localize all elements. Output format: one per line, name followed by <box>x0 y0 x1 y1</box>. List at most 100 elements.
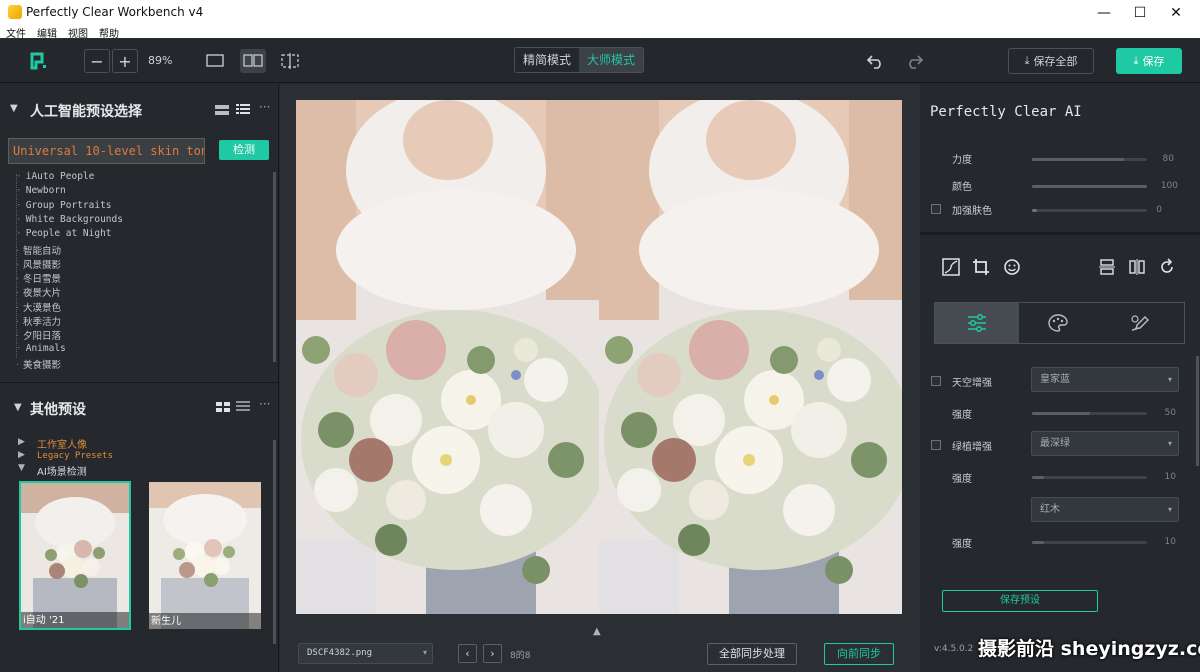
ai-preset-item[interactable]: 冬日雪景 <box>16 271 61 285</box>
wood-strength-label: 强度 <box>952 539 972 550</box>
color-slider[interactable] <box>1032 185 1147 188</box>
compare-view-icon[interactable] <box>280 52 300 70</box>
group-studio-portrait[interactable]: 工作室人像 <box>37 436 87 451</box>
preset-name-input[interactable]: Universal 10-level skin tone <box>8 138 205 164</box>
before-after-preview[interactable] <box>296 100 902 614</box>
flip-vertical-icon[interactable] <box>1098 258 1116 276</box>
ai-preset-item[interactable]: 智能自动 <box>16 243 61 257</box>
wood-strength-slider[interactable] <box>1032 541 1147 544</box>
thumbnails-scrollbar[interactable] <box>273 440 276 644</box>
chevron-down-icon: ▾ <box>1167 439 1172 448</box>
save-all-button[interactable]: ⤓ 保存全部 <box>1008 48 1094 74</box>
split-view-button[interactable] <box>240 49 266 73</box>
undo-icon[interactable] <box>866 51 886 69</box>
greenery-enhance-checkbox[interactable] <box>931 440 941 450</box>
sync-forward-button[interactable]: 向前同步 <box>824 643 894 665</box>
sky-style-value: 皇家蓝 <box>1040 374 1070 385</box>
collapse-ai-presets-icon[interactable]: ▼ <box>10 103 18 114</box>
ai-preset-item[interactable]: iAuto People <box>16 171 95 182</box>
split-view-icon <box>243 54 263 67</box>
ai-list-scrollbar[interactable] <box>273 172 276 362</box>
crop-icon[interactable] <box>972 258 990 276</box>
ai-preset-item[interactable]: Newborn <box>16 185 66 196</box>
ai-preset-item[interactable]: Group Portraits <box>16 200 112 211</box>
more-options-icon[interactable]: ··· <box>259 100 270 114</box>
sky-strength-slider[interactable] <box>1032 412 1147 415</box>
master-mode-tab[interactable]: 大师模式 <box>579 48 644 72</box>
file-select[interactable]: DSCF4382.png ▾ <box>298 643 433 664</box>
collapse-icon[interactable]: ▼ <box>18 463 25 473</box>
menu-view[interactable]: 视图 <box>68 25 88 40</box>
list-view-icon[interactable] <box>236 401 250 412</box>
maximize-button[interactable]: ☐ <box>1122 0 1158 25</box>
sky-style-select[interactable]: 皇家蓝 ▾ <box>1031 367 1179 392</box>
ai-preset-item[interactable]: 秋季活力 <box>16 314 61 328</box>
palette-icon[interactable] <box>1047 313 1069 333</box>
right-panel-scrollbar[interactable] <box>1196 356 1199 466</box>
prev-image-button[interactable]: ‹ <box>458 644 477 663</box>
expand-icon[interactable]: ▶ <box>18 450 25 460</box>
ai-preset-item[interactable]: 风景摄影 <box>16 257 61 271</box>
color-value: 100 <box>1160 181 1178 191</box>
save-button[interactable]: ⤓ 保存 <box>1116 48 1182 74</box>
next-image-button[interactable]: › <box>483 644 502 663</box>
detect-button[interactable]: 检测 <box>219 140 269 160</box>
menu-edit[interactable]: 编辑 <box>37 25 57 40</box>
window-title: Perfectly Clear Workbench v4 <box>26 5 204 19</box>
grid-view-icon[interactable] <box>216 402 230 412</box>
sky-strength-fill <box>1032 412 1090 415</box>
preview-image <box>296 100 902 614</box>
filmstrip-toggle-icon[interactable]: ▲ <box>593 626 601 637</box>
rotate-icon[interactable] <box>1158 258 1176 276</box>
ai-preset-item[interactable]: White Backgrounds <box>16 214 123 225</box>
panel-divider <box>920 232 1200 235</box>
brush-icon[interactable] <box>1129 313 1151 333</box>
ai-preset-item[interactable]: 夜景大片 <box>16 285 61 299</box>
simple-mode-tab[interactable]: 精简模式 <box>515 48 579 72</box>
sky-enhance-checkbox[interactable] <box>931 376 941 386</box>
enhance-skin-slider[interactable] <box>1032 209 1147 212</box>
thumbnail-label: 新生儿 <box>151 616 181 627</box>
main-toolbar: − + 89% 精简模式 大师模式 ⤓ 保存全部 ⤓ 保存 <box>0 39 1200 83</box>
sync-all-button[interactable]: 全部同步处理 <box>707 643 797 665</box>
expand-icon[interactable]: ▶ <box>18 437 25 447</box>
close-button[interactable]: ✕ <box>1158 0 1194 25</box>
curves-icon[interactable] <box>942 258 960 276</box>
thumbnail-image <box>149 482 261 629</box>
thumbnail-image <box>21 483 129 628</box>
strength-slider[interactable] <box>1032 158 1147 161</box>
flip-horizontal-icon[interactable] <box>1128 258 1146 276</box>
preset-thumbnail-iauto[interactable]: i自动 '21 <box>19 481 131 630</box>
download-icon: ⤓ <box>1024 54 1030 67</box>
enhance-skin-checkbox[interactable] <box>931 204 941 214</box>
preset-thumbnail-newborn[interactable]: 新生儿 <box>149 482 261 629</box>
grid-view-icon[interactable] <box>215 105 229 115</box>
face-retouch-icon[interactable] <box>1003 258 1021 276</box>
more-options-icon[interactable]: ··· <box>259 397 270 411</box>
wood-style-select[interactable]: 红木 ▾ <box>1031 497 1179 522</box>
watermark: 摄影前沿 sheyingzyz.com <box>978 638 1200 660</box>
zoom-in-button[interactable]: + <box>112 49 138 73</box>
chevron-down-icon: ▾ <box>1167 505 1172 514</box>
ai-preset-item[interactable]: 美食摄影 <box>16 357 61 371</box>
redo-icon[interactable] <box>904 51 924 69</box>
list-view-icon[interactable] <box>236 104 250 115</box>
single-view-icon[interactable] <box>206 54 224 68</box>
ai-preset-item[interactable]: 夕阳日落 <box>16 328 61 342</box>
ai-preset-item[interactable]: Animals <box>16 343 66 354</box>
collapse-other-presets-icon[interactable]: ▼ <box>14 402 22 413</box>
tab-adjustments[interactable] <box>935 303 1019 343</box>
group-legacy-presets[interactable]: Legacy Presets <box>37 451 113 461</box>
menu-help[interactable]: 帮助 <box>99 25 119 40</box>
greenery-style-select[interactable]: 最深绿 ▾ <box>1031 431 1179 456</box>
ai-preset-item[interactable]: 大漠景色 <box>16 300 61 314</box>
greenery-strength-slider[interactable] <box>1032 476 1147 479</box>
ai-preset-item[interactable]: People at Night <box>16 228 112 239</box>
zoom-out-button[interactable]: − <box>84 49 110 73</box>
save-preset-button[interactable]: 保存预设 <box>942 590 1098 612</box>
minimize-button[interactable]: — <box>1086 0 1122 25</box>
group-ai-scene-detect[interactable]: AI场景检测 <box>37 463 87 478</box>
right-panel: Perfectly Clear AI 力度 80 颜色 100 加强肤色 0 天… <box>920 84 1200 672</box>
file-select-value: DSCF4382.png <box>307 648 373 658</box>
menu-file[interactable]: 文件 <box>6 25 26 40</box>
